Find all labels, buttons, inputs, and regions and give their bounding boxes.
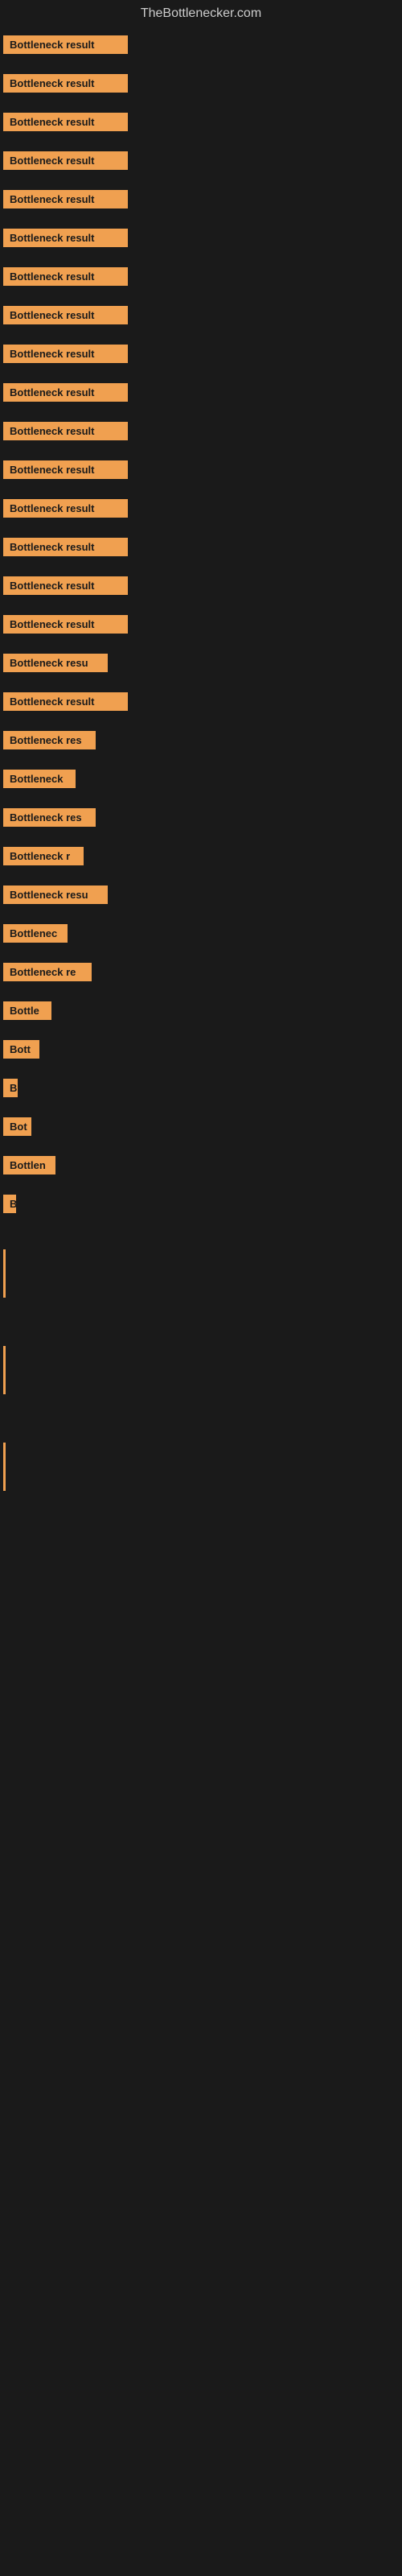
bottleneck-bar-26: Bott [3, 1040, 39, 1059]
bottleneck-bar-22: Bottleneck resu [3, 886, 108, 904]
bar-row-8: Bottleneck result [0, 336, 402, 375]
bottleneck-bar-16: Bottleneck resu [3, 654, 108, 672]
bar-row-21: Bottleneck r [0, 839, 402, 877]
bar-row-3: Bottleneck result [0, 143, 402, 182]
bar-row-0: Bottleneck result [0, 27, 402, 66]
bar-row-11: Bottleneck result [0, 452, 402, 491]
vertical-line-3 [3, 1443, 6, 1491]
bar-row-29: Bottlen [0, 1148, 402, 1187]
bottleneck-bar-7: Bottleneck result [3, 306, 128, 324]
bar-row-4: Bottleneck result [0, 182, 402, 221]
vertical-line-1 [3, 1249, 6, 1298]
bottleneck-bar-29: Bottlen [3, 1156, 55, 1174]
bottleneck-bar-30: B [3, 1195, 16, 1213]
bottleneck-bar-8: Bottleneck result [3, 345, 128, 363]
bar-row-10: Bottleneck result [0, 414, 402, 452]
bottleneck-bar-6: Bottleneck result [3, 267, 128, 286]
bottleneck-bar-27: B [3, 1079, 18, 1097]
bar-row-19: Bottleneck [0, 762, 402, 800]
bar-row-2: Bottleneck result [0, 105, 402, 143]
site-title: TheBottlenecker.com [0, 0, 402, 27]
bar-row-16: Bottleneck resu [0, 646, 402, 684]
bottleneck-bar-21: Bottleneck r [3, 847, 84, 865]
bottleneck-bar-17: Bottleneck result [3, 692, 128, 711]
bar-row-23: Bottlenec [0, 916, 402, 955]
bottleneck-bar-10: Bottleneck result [3, 422, 128, 440]
bottleneck-bar-2: Bottleneck result [3, 113, 128, 131]
bottleneck-bar-12: Bottleneck result [3, 499, 128, 518]
spacer-3 [0, 1394, 402, 1443]
bottleneck-bar-23: Bottlenec [3, 924, 68, 943]
bottleneck-bar-0: Bottleneck result [3, 35, 128, 54]
bars-container: Bottleneck result Bottleneck result Bottle… [0, 27, 402, 1225]
bar-row-7: Bottleneck result [0, 298, 402, 336]
bar-row-28: Bot [0, 1109, 402, 1148]
bottleneck-bar-20: Bottleneck res [3, 808, 96, 827]
bar-row-18: Bottleneck res [0, 723, 402, 762]
bottleneck-bar-5: Bottleneck result [3, 229, 128, 247]
bar-row-12: Bottleneck result [0, 491, 402, 530]
bottleneck-bar-19: Bottleneck [3, 770, 76, 788]
bar-row-17: Bottleneck result [0, 684, 402, 723]
vertical-line-2 [3, 1346, 6, 1394]
bottleneck-bar-9: Bottleneck result [3, 383, 128, 402]
bar-row-13: Bottleneck result [0, 530, 402, 568]
bar-row-5: Bottleneck result [0, 221, 402, 259]
bottleneck-bar-13: Bottleneck result [3, 538, 128, 556]
bottleneck-bar-1: Bottleneck result [3, 74, 128, 93]
bar-row-24: Bottleneck re [0, 955, 402, 993]
spacer-1 [0, 1225, 402, 1249]
bar-row-6: Bottleneck result [0, 259, 402, 298]
bottleneck-bar-14: Bottleneck result [3, 576, 128, 595]
bottleneck-bar-25: Bottle [3, 1001, 51, 1020]
bottleneck-bar-11: Bottleneck result [3, 460, 128, 479]
bottleneck-bar-28: Bot [3, 1117, 31, 1136]
bar-row-25: Bottle [0, 993, 402, 1032]
bar-row-22: Bottleneck resu [0, 877, 402, 916]
bottleneck-bar-3: Bottleneck result [3, 151, 128, 170]
bottleneck-bar-15: Bottleneck result [3, 615, 128, 634]
bar-row-9: Bottleneck result [0, 375, 402, 414]
bar-row-20: Bottleneck res [0, 800, 402, 839]
bar-row-15: Bottleneck result [0, 607, 402, 646]
bar-row-1: Bottleneck result [0, 66, 402, 105]
bar-row-30: B [0, 1187, 402, 1225]
bottleneck-bar-4: Bottleneck result [3, 190, 128, 208]
bar-row-26: Bott [0, 1032, 402, 1071]
bar-row-14: Bottleneck result [0, 568, 402, 607]
spacer-2 [0, 1298, 402, 1346]
bottleneck-bar-18: Bottleneck res [3, 731, 96, 749]
bar-row-27: B [0, 1071, 402, 1109]
bottleneck-bar-24: Bottleneck re [3, 963, 92, 981]
